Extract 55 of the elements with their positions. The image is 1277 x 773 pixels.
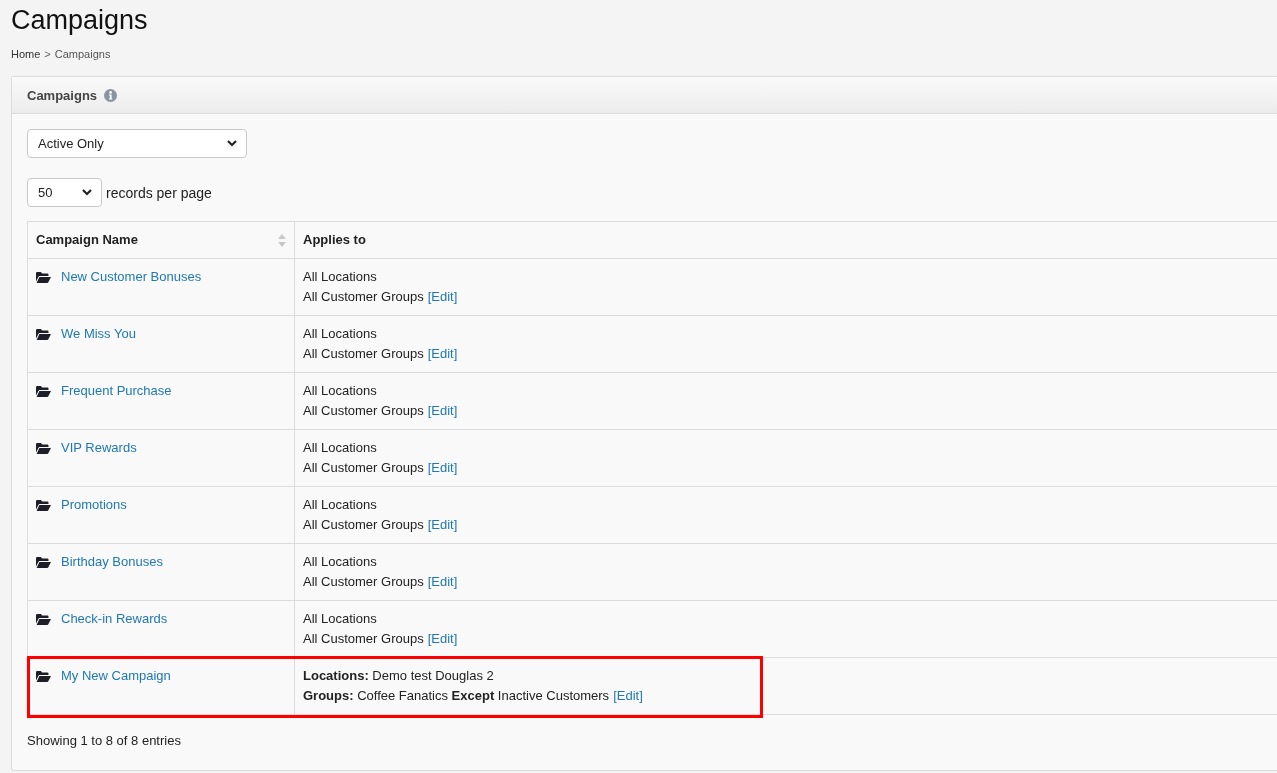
panel-title: Campaigns xyxy=(27,87,98,103)
chevron-down-icon xyxy=(227,140,237,147)
campaign-link[interactable]: My New Campaign xyxy=(61,666,171,686)
folder-open-icon xyxy=(36,671,51,682)
groups-text: All Customer Groups xyxy=(303,346,424,361)
locations-text: Locations: Demo test Douglas 2 xyxy=(303,668,494,683)
groups-text: Groups: Coffee Fanatics Except Inactive Customers xyxy=(303,688,610,703)
folder-open-icon xyxy=(36,443,51,454)
column-header[interactable]: Campaign Name xyxy=(28,222,295,258)
locations-text: All Locations xyxy=(303,383,377,398)
edit-link[interactable]: [Edit] xyxy=(427,403,458,418)
locations-text: All Locations xyxy=(303,554,377,569)
edit-link[interactable]: [Edit] xyxy=(427,460,458,475)
locations-text: All Locations xyxy=(303,497,377,512)
campaign-link[interactable]: Birthday Bonuses xyxy=(61,552,163,572)
campaign-link[interactable]: Frequent Purchase xyxy=(61,381,172,401)
breadcrumb-link[interactable]: Home xyxy=(11,47,41,62)
edit-link[interactable]: [Edit] xyxy=(427,289,458,304)
campaign-link[interactable]: VIP Rewards xyxy=(61,438,137,458)
status-filter-select[interactable]: Active Only xyxy=(27,129,247,158)
folder-open-icon xyxy=(36,272,51,283)
page-title: Campaigns xyxy=(11,4,148,36)
folder-open-icon xyxy=(36,557,51,568)
campaign-link[interactable]: Check-in Rewards xyxy=(61,609,168,629)
breadcrumb-current: Campaigns xyxy=(54,47,111,62)
groups-text: All Customer Groups xyxy=(303,289,424,304)
locations-text: All Locations xyxy=(303,269,377,284)
records-per-page-label: records per page xyxy=(106,184,212,201)
edit-link[interactable]: [Edit] xyxy=(427,574,458,589)
folder-open-icon xyxy=(36,329,51,340)
locations-text: All Locations xyxy=(303,326,377,341)
page-size-select[interactable]: 50 xyxy=(27,178,102,207)
entries-info: Showing 1 to 8 of 8 entries xyxy=(27,732,182,750)
locations-text: All Locations xyxy=(303,611,377,626)
campaign-link[interactable]: New Customer Bonuses xyxy=(61,267,202,287)
campaign-link[interactable]: Promotions xyxy=(61,495,127,515)
sort-icon xyxy=(278,233,286,247)
folder-open-icon xyxy=(36,386,51,397)
breadcrumb-separator: > xyxy=(44,47,51,62)
groups-text: All Customer Groups xyxy=(303,403,424,418)
folder-open-icon xyxy=(36,614,51,625)
groups-text: All Customer Groups xyxy=(303,574,424,589)
groups-text: All Customer Groups xyxy=(303,631,424,646)
edit-link[interactable]: [Edit] xyxy=(427,631,458,646)
groups-text: All Customer Groups xyxy=(303,517,424,532)
groups-text: All Customer Groups xyxy=(303,460,424,475)
chevron-down-icon xyxy=(82,189,92,196)
info-icon xyxy=(104,88,118,102)
edit-link[interactable]: [Edit] xyxy=(427,346,458,361)
locations-text: All Locations xyxy=(303,440,377,455)
edit-link[interactable]: [Edit] xyxy=(427,517,458,532)
edit-link[interactable]: [Edit] xyxy=(613,688,643,703)
folder-open-icon xyxy=(36,500,51,511)
campaign-link[interactable]: We Miss You xyxy=(61,324,136,344)
column-header: Applies to xyxy=(302,231,367,249)
